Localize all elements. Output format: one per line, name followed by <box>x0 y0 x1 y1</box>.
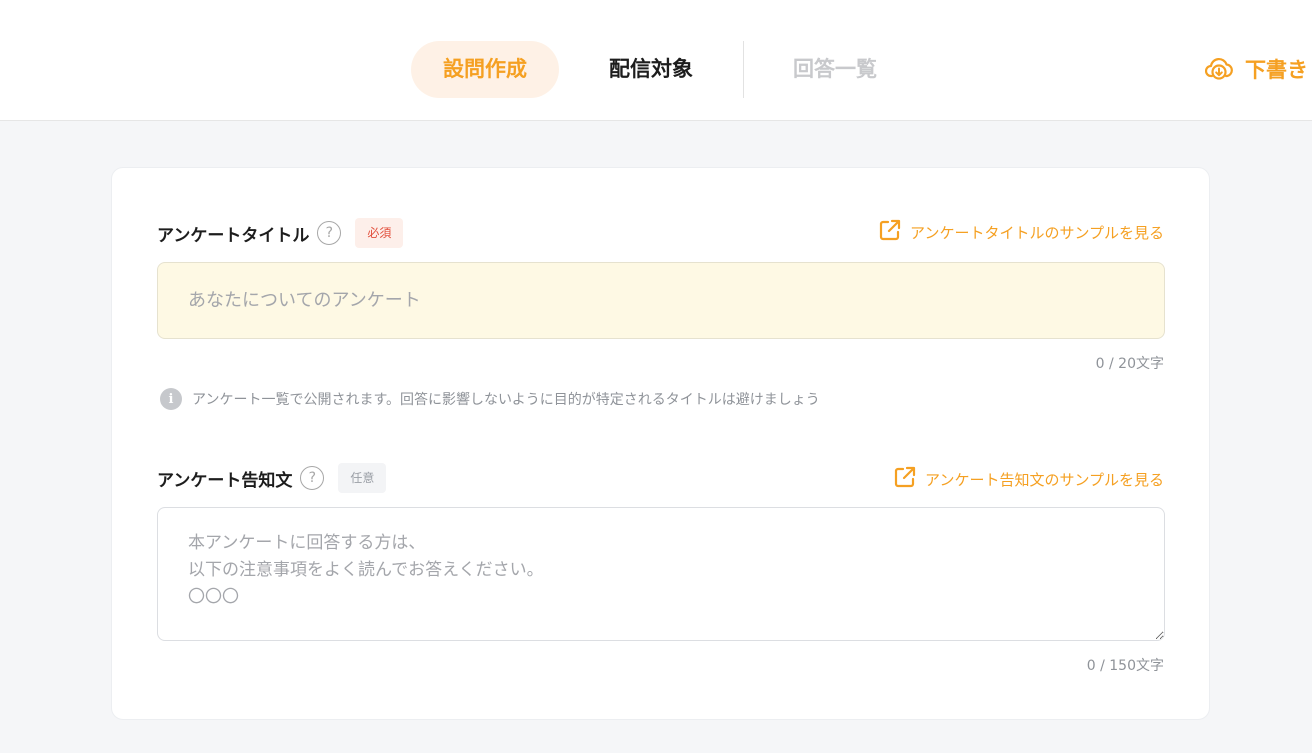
notice-char-counter: 0 / 150文字 <box>1086 658 1164 674</box>
title-info-text: アンケート一覧で公開されます。回答に影響しないように目的が特定されるタイトルは避… <box>192 392 820 408</box>
title-char-counter: 0 / 20文字 <box>1095 356 1164 372</box>
survey-title-input[interactable] <box>157 262 1165 339</box>
tab-question-creation[interactable]: 設問作成 <box>411 41 559 98</box>
survey-form-card: アンケートタイトル ? 必須 アンケートタイトルのサンプルを見る 0 / 20文… <box>111 167 1210 720</box>
info-icon: i <box>160 388 182 410</box>
external-link-icon <box>893 465 917 493</box>
save-draft-label: 下書き <box>1245 58 1308 82</box>
tab-divider <box>743 41 744 98</box>
help-icon[interactable]: ? <box>300 466 325 490</box>
tab-answer-list[interactable]: 回答一覧 <box>774 41 896 98</box>
save-draft-button[interactable]: 下書き <box>1205 52 1308 86</box>
survey-notice-label: アンケート告知文 <box>157 470 293 491</box>
title-sample-link[interactable]: アンケートタイトルのサンプルを見る <box>878 218 1164 246</box>
notice-sample-link-label: アンケート告知文のサンプルを見る <box>925 470 1164 489</box>
optional-badge: 任意 <box>338 463 387 493</box>
survey-title-label-row: アンケートタイトル ? 必須 <box>157 216 404 250</box>
external-link-icon <box>878 218 902 246</box>
required-badge: 必須 <box>355 218 404 248</box>
survey-notice-textarea[interactable] <box>157 507 1165 641</box>
title-info-note: i アンケート一覧で公開されます。回答に影響しないように目的が特定されるタイトル… <box>160 388 820 410</box>
survey-title-label: アンケートタイトル <box>157 225 310 246</box>
help-icon[interactable]: ? <box>317 221 342 245</box>
tab-delivery-target[interactable]: 配信対象 <box>590 41 712 98</box>
cloud-download-icon <box>1205 56 1233 82</box>
notice-sample-link[interactable]: アンケート告知文のサンプルを見る <box>893 465 1164 493</box>
top-nav-bar: 設問作成 配信対象 回答一覧 下書き <box>0 0 1312 121</box>
title-sample-link-label: アンケートタイトルのサンプルを見る <box>910 223 1164 242</box>
survey-notice-label-row: アンケート告知文 ? 任意 <box>157 461 387 495</box>
